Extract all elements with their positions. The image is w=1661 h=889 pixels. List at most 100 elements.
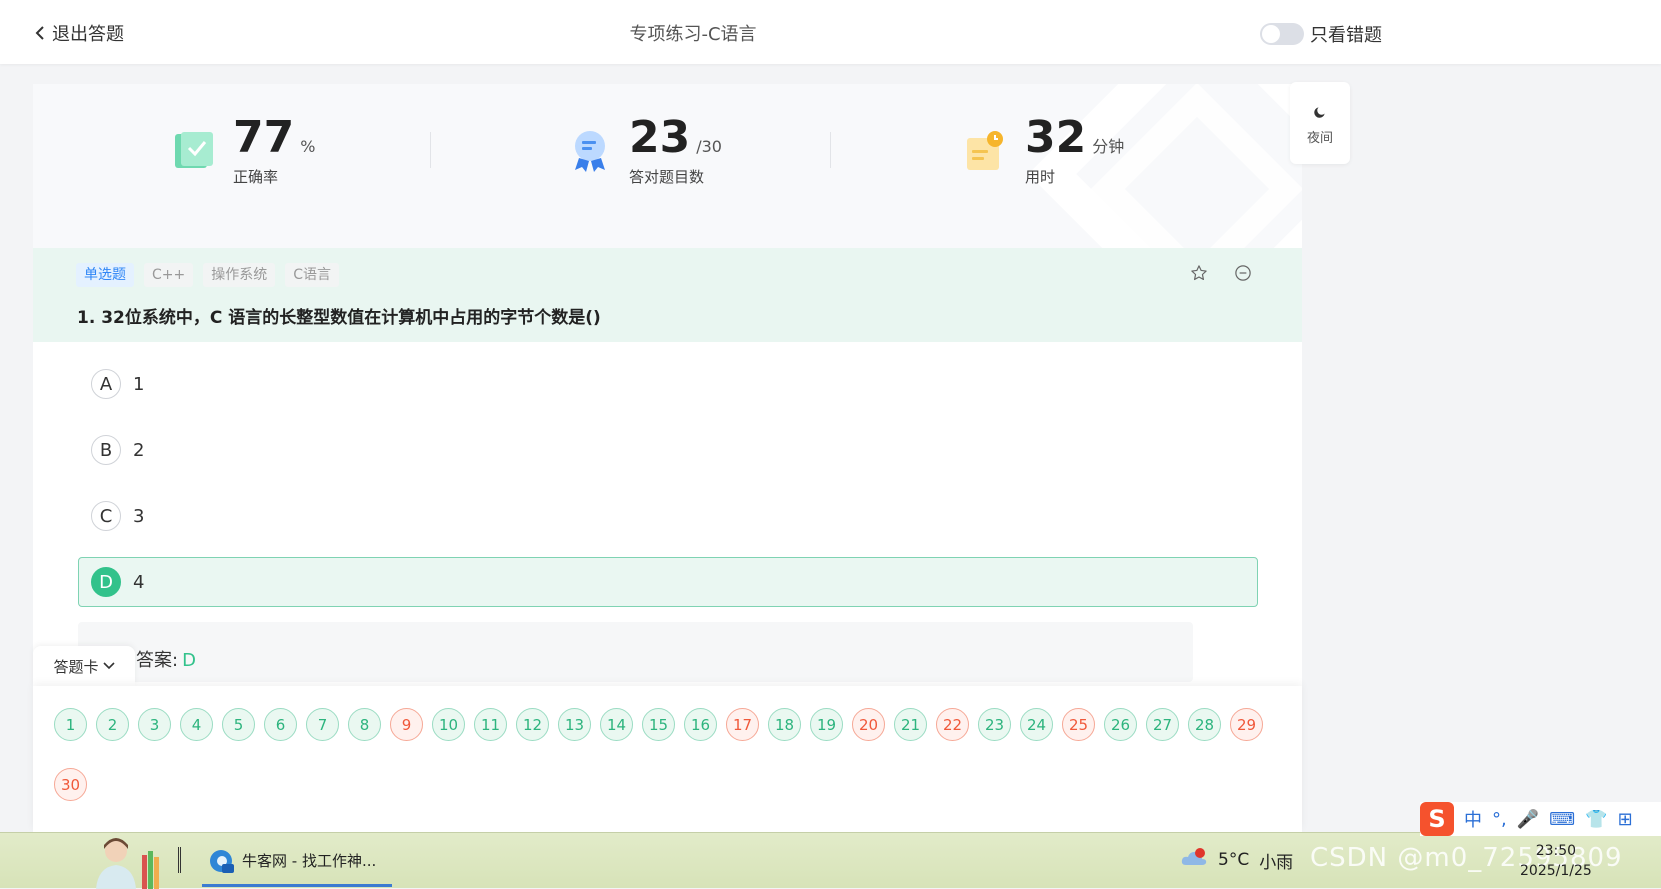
- question-number-correct[interactable]: 18: [768, 708, 801, 741]
- question-number-wrong[interactable]: 17: [726, 708, 759, 741]
- ime-punctuation[interactable]: °,: [1492, 809, 1507, 830]
- toggle-switch[interactable]: [1260, 23, 1304, 45]
- remove-button[interactable]: [1234, 264, 1252, 286]
- question-number-correct[interactable]: 13: [558, 708, 591, 741]
- divider: [430, 132, 431, 168]
- question-number-correct[interactable]: 6: [264, 708, 297, 741]
- correct-count-label: 答对题目数: [629, 168, 705, 186]
- question-number-correct[interactable]: 3: [138, 708, 171, 741]
- question-number-grid: 1 2 3 4 5 6 7 8 9 10 11 12 13 14 15 16 17 18 19 20 21 22 23 24 2…: [54, 708, 1294, 828]
- tag-question-type: 单选题: [76, 263, 134, 287]
- clock-time: 23:50: [1535, 843, 1577, 859]
- question-number-wrong[interactable]: 30: [54, 768, 87, 801]
- question-number-correct[interactable]: 11: [474, 708, 507, 741]
- option-letter: C: [91, 501, 121, 531]
- avatar-illustration-icon: [96, 838, 159, 889]
- option-letter: A: [91, 369, 121, 399]
- microphone-icon[interactable]: 🎤: [1517, 809, 1539, 830]
- time-value: 32: [1025, 112, 1087, 163]
- favorite-button[interactable]: [1190, 264, 1208, 286]
- question-text: 1. 32位系统中，C 语言的长整型数值在计算机中占用的字节个数是(): [77, 308, 601, 328]
- taskbar-separator: [178, 847, 181, 873]
- question-actions: [1164, 264, 1252, 286]
- taskbar-app-title: 牛客网 - 找工作神...: [242, 852, 377, 870]
- answer-sheet: 1 2 3 4 5 6 7 8 9 10 11 12 13 14 15 16 17 18 19 20 21 22 23 24 2…: [33, 686, 1302, 832]
- skin-icon[interactable]: 👕: [1585, 809, 1607, 830]
- tag: C语言: [285, 263, 340, 287]
- night-mode-button[interactable]: 夜间: [1290, 82, 1350, 164]
- question-number-correct[interactable]: 8: [348, 708, 381, 741]
- system-clock[interactable]: 23:50 2025/1/25: [1520, 841, 1592, 881]
- question-number-wrong[interactable]: 25: [1062, 708, 1095, 741]
- option-d[interactable]: D 4: [78, 557, 1258, 607]
- question-number-wrong[interactable]: 9: [390, 708, 423, 741]
- mistakes-only-label: 只看错题: [1310, 25, 1382, 46]
- question-number-correct[interactable]: 5: [222, 708, 255, 741]
- question-tags: 单选题 C++ 操作系统 C语言: [76, 263, 349, 287]
- option-b[interactable]: B 2: [78, 425, 1258, 475]
- option-letter: B: [91, 435, 121, 465]
- clock-date: 2025/1/25: [1520, 863, 1592, 879]
- question-number-correct[interactable]: 19: [810, 708, 843, 741]
- question-number-wrong[interactable]: 22: [936, 708, 969, 741]
- moon-icon: [1314, 107, 1325, 118]
- accuracy-label: 正确率: [233, 168, 279, 186]
- weather-description: 小雨: [1259, 852, 1294, 873]
- weather-widget[interactable]: 5°C 小雨: [1180, 847, 1293, 873]
- question-number-correct[interactable]: 28: [1188, 708, 1221, 741]
- option-text: 3: [133, 505, 145, 527]
- answer-line: 答案: D: [136, 646, 196, 672]
- correct-count-stat: 23/30 答对题目数: [567, 114, 722, 187]
- ime-chinese-mode[interactable]: 中: [1464, 806, 1482, 832]
- correct-count-total: /30: [696, 137, 722, 156]
- chevron-down-icon: [102, 662, 115, 670]
- taskbar: 牛客网 - 找工作神... 5°C 小雨 CSDN @m0_72595809 2…: [0, 832, 1661, 889]
- cloud-rain-icon: [1181, 848, 1207, 865]
- question-number-correct[interactable]: 16: [684, 708, 717, 741]
- question-number-correct[interactable]: 10: [432, 708, 465, 741]
- option-a[interactable]: A 1: [78, 359, 1258, 409]
- keyboard-icon[interactable]: ⌨: [1549, 809, 1575, 830]
- question-number-correct[interactable]: 12: [516, 708, 549, 741]
- divider: [830, 132, 831, 168]
- accuracy-unit: %: [300, 137, 316, 156]
- sogou-ime-logo-icon[interactable]: S: [1420, 802, 1454, 836]
- apps-grid-icon[interactable]: ⊞: [1618, 809, 1633, 830]
- time-label: 用时: [1025, 168, 1056, 186]
- question-number-correct[interactable]: 14: [600, 708, 633, 741]
- question-number-correct[interactable]: 7: [306, 708, 339, 741]
- option-text: 2: [133, 439, 145, 461]
- question-number-wrong[interactable]: 29: [1230, 708, 1263, 741]
- answer-panel: 答案: D: [78, 622, 1193, 682]
- mistakes-only-toggle[interactable]: 只看错题: [1260, 21, 1382, 47]
- answer-sheet-label: 答题卡: [53, 657, 99, 676]
- clock-note-icon: [967, 131, 1003, 170]
- ime-toolbar: S 中 °, 🎤 ⌨ 👕 ⊞: [1420, 802, 1661, 836]
- correct-count-value: 23: [629, 112, 691, 163]
- star-icon: [1191, 265, 1207, 281]
- question-number-correct[interactable]: 24: [1020, 708, 1053, 741]
- tag: 操作系统: [203, 263, 276, 287]
- tag: C++: [144, 263, 194, 287]
- option-c[interactable]: C 3: [78, 491, 1258, 541]
- option-letter: D: [91, 567, 121, 597]
- taskbar-browser-app[interactable]: 牛客网 - 找工作神...: [202, 837, 392, 887]
- answer-value: D: [182, 650, 196, 671]
- question-number-correct[interactable]: 27: [1146, 708, 1179, 741]
- question-number-correct[interactable]: 4: [180, 708, 213, 741]
- question-number-wrong[interactable]: 20: [852, 708, 885, 741]
- question-header: 单选题 C++ 操作系统 C语言 1. 32位系统中，C 语言的长整型数值在计算…: [33, 248, 1302, 342]
- weather-temperature: 5°C: [1218, 850, 1250, 870]
- question-number-correct[interactable]: 15: [642, 708, 675, 741]
- accuracy-value: 77: [233, 112, 295, 163]
- question-number-correct[interactable]: 21: [894, 708, 927, 741]
- answer-label: 答案:: [136, 650, 179, 671]
- question-number-correct[interactable]: 2: [96, 708, 129, 741]
- question-number-correct[interactable]: 1: [54, 708, 87, 741]
- answer-sheet-tab[interactable]: 答题卡: [33, 646, 135, 686]
- edge-browser-icon: [210, 849, 234, 873]
- award-ribbon-icon: [575, 131, 605, 172]
- question-number-correct[interactable]: 26: [1104, 708, 1137, 741]
- option-text: 4: [133, 571, 145, 593]
- question-number-correct[interactable]: 23: [978, 708, 1011, 741]
